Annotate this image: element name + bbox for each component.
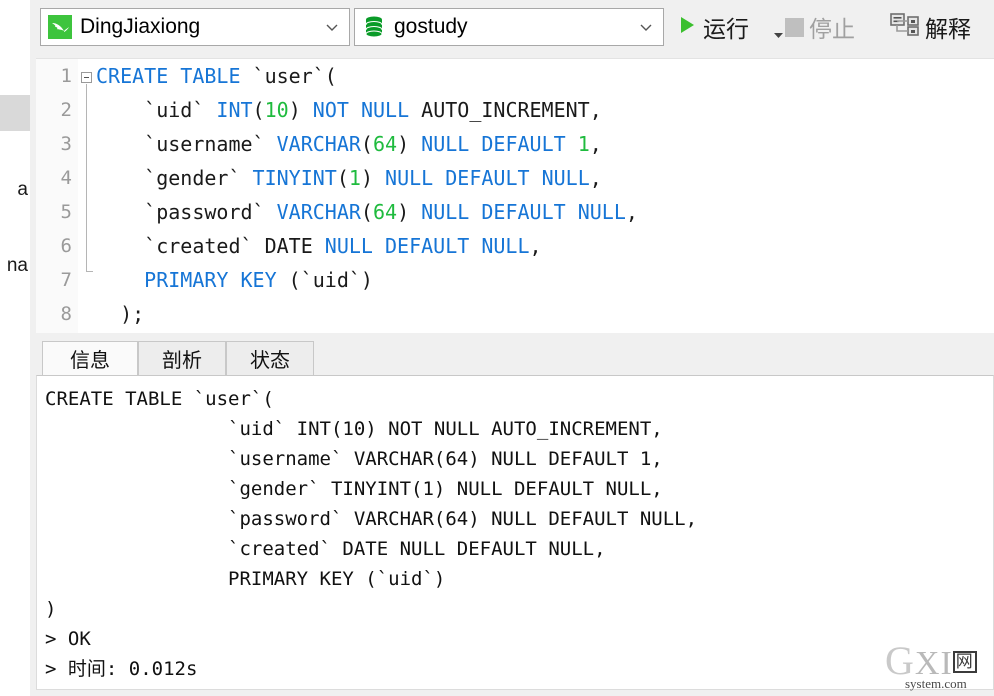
- code-token: 1: [348, 166, 361, 190]
- chevron-down-icon[interactable]: [633, 19, 659, 35]
- code-line: `created` DATE NULL DEFAULT NULL,: [96, 229, 994, 263]
- sidebar-item[interactable]: a: [0, 172, 30, 208]
- fold-range-end: [86, 271, 93, 272]
- explain-button[interactable]: 解释: [890, 9, 971, 45]
- explain-plan-icon: [890, 12, 920, 43]
- sql-editor[interactable]: 12345678 CREATE TABLE `user`( `uid` INT(…: [36, 58, 994, 333]
- chevron-down-icon[interactable]: [319, 19, 345, 35]
- run-button[interactable]: 运行: [676, 9, 749, 45]
- code-token: (: [360, 200, 373, 224]
- code-token: ): [397, 132, 422, 156]
- fold-collapse-icon[interactable]: [81, 72, 92, 83]
- code-line: `uid` INT(10) NOT NULL AUTO_INCREMENT,: [96, 93, 994, 127]
- result-panel[interactable]: CREATE TABLE `user`( `uid` INT(10) NOT N…: [36, 375, 994, 690]
- code-fold-column[interactable]: [78, 59, 96, 333]
- code-token: ): [360, 166, 386, 190]
- code-token: `username`: [96, 132, 277, 156]
- code-token: CREATE TABLE: [96, 64, 241, 88]
- line-number: 7: [60, 269, 72, 291]
- code-token: NULL DEFAULT: [421, 132, 566, 156]
- code-token: 1: [577, 132, 590, 156]
- code-token: (`uid`): [276, 268, 373, 292]
- code-token: 10: [264, 98, 289, 122]
- caret-down-icon[interactable]: [774, 26, 783, 44]
- connection-select[interactable]: DingJiaxiong: [40, 8, 350, 46]
- toolbar: DingJiaxiong gostudy 运行 停止 解释: [30, 0, 994, 58]
- code-token: `user`(: [240, 64, 337, 88]
- code-token: `uid`: [96, 98, 217, 122]
- connection-name: DingJiaxiong: [80, 15, 201, 38]
- query-editor-window: DingJiaxiong gostudy 运行 停止 解释 1 2 3 4 5 …: [30, 0, 994, 696]
- code-line: `username` VARCHAR(64) NULL DEFAULT 1,: [96, 127, 994, 161]
- code-token: VARCHAR: [276, 132, 361, 156]
- code-token: INT: [216, 98, 253, 122]
- mysql-dolphin-icon: [47, 14, 73, 40]
- code-token: ): [397, 200, 422, 224]
- result-tabbar: 信息 剖析 状态: [36, 341, 994, 375]
- line-number: 3: [60, 133, 72, 155]
- line-number-gutter: 1 2 3 4 5 6 7 8: [36, 59, 78, 333]
- code-token: AUTO_INCREMENT,: [409, 98, 602, 122]
- tab-label: 状态: [250, 350, 290, 372]
- code-token: NOT NULL: [312, 98, 410, 122]
- tab-label: 信息: [70, 350, 110, 372]
- code-token: `gender`: [96, 166, 253, 190]
- navigation-sidebar[interactable]: a na: [0, 0, 30, 696]
- code-token: ,: [529, 234, 542, 258]
- line-number: 5: [60, 201, 72, 223]
- sql-code-text[interactable]: CREATE TABLE `user`( `uid` INT(10) NOT N…: [96, 59, 994, 333]
- code-token: ,: [589, 166, 602, 190]
- code-token: ,: [589, 132, 602, 156]
- code-line: PRIMARY KEY (`uid`): [96, 263, 994, 297]
- code-token: TINYINT: [252, 166, 337, 190]
- code-token: `password`: [96, 200, 277, 224]
- line-number: 8: [60, 303, 72, 325]
- sidebar-item-label: na: [6, 255, 28, 276]
- code-token: `created` DATE: [96, 234, 325, 258]
- sidebar-item-label: a: [17, 179, 28, 200]
- code-token: NULL DEFAULT NULL: [324, 234, 530, 258]
- tab-inactive[interactable]: 剖析: [138, 341, 226, 375]
- database-cylinder-icon: [361, 14, 387, 40]
- database-name: gostudy: [394, 15, 468, 38]
- code-line: CREATE TABLE `user`(: [96, 59, 994, 93]
- stop-square-icon: [785, 17, 804, 37]
- line-number: 1: [60, 65, 72, 87]
- code-token: ): [288, 98, 313, 122]
- code-token: (: [252, 98, 265, 122]
- line-number: 4: [60, 167, 72, 189]
- code-token: );: [96, 302, 145, 326]
- run-label: 运行: [703, 16, 749, 42]
- line-number: 6: [60, 235, 72, 257]
- code-line: `gender` TINYINT(1) NULL DEFAULT NULL,: [96, 161, 994, 195]
- code-token: VARCHAR: [276, 200, 361, 224]
- stop-label: 停止: [809, 16, 855, 42]
- code-token: (: [360, 132, 373, 156]
- tab-inactive[interactable]: 状态: [226, 341, 314, 375]
- tab-active[interactable]: 信息: [42, 341, 138, 375]
- code-token: PRIMARY KEY: [144, 268, 277, 292]
- line-number: 2: [60, 99, 72, 121]
- tab-label: 剖析: [162, 350, 202, 372]
- sidebar-item[interactable]: na: [0, 248, 30, 284]
- result-output-text: CREATE TABLE `user`( `uid` INT(10) NOT N…: [45, 388, 698, 680]
- explain-label: 解释: [925, 16, 971, 42]
- stop-button[interactable]: 停止: [785, 9, 855, 45]
- code-line: `password` VARCHAR(64) NULL DEFAULT NULL…: [96, 195, 994, 229]
- code-token: 64: [372, 200, 398, 224]
- play-triangle-icon: [676, 14, 698, 41]
- code-token: (: [336, 166, 349, 190]
- code-token: NULL DEFAULT NULL: [421, 200, 626, 224]
- code-token: 64: [372, 132, 398, 156]
- code-token: ,: [625, 200, 638, 224]
- fold-range-line: [86, 84, 87, 272]
- database-select[interactable]: gostudy: [354, 8, 664, 46]
- code-line: );: [96, 297, 994, 331]
- code-token: NULL DEFAULT NULL: [385, 166, 590, 190]
- sidebar-selected-row[interactable]: [0, 95, 30, 131]
